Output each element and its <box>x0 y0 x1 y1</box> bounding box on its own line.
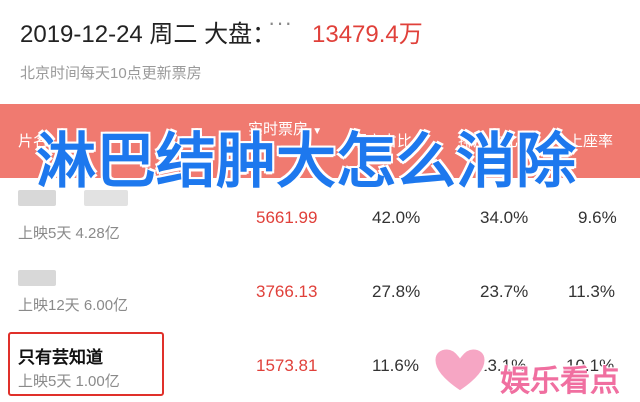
overlay-title: 淋巴结肿大怎么消除 <box>36 128 576 195</box>
box-office-share-value: 27.8% <box>372 282 421 301</box>
heart-icon <box>432 346 488 394</box>
attendance-value: 9.6% <box>578 208 617 227</box>
release-info: 上映5天 1.00亿 <box>18 373 120 390</box>
release-info: 上映12天 6.00亿 <box>18 297 129 314</box>
screening-share-value: 34.0% <box>480 208 529 227</box>
release-info: 上映5天 4.28亿 <box>18 225 120 242</box>
more-icon[interactable]: ··· <box>268 10 293 36</box>
screening-share-value: 23.7% <box>480 282 529 301</box>
blurred-movie-name <box>18 270 56 286</box>
attendance-value: 11.3% <box>568 282 615 301</box>
date-label: 2019-12-24 周二 大盘： <box>20 21 277 48</box>
movie-name: 只有芸知道 <box>18 348 103 367</box>
box-office-share-value: 42.0% <box>372 208 421 227</box>
realtime-box-office-value: 3766.13 <box>256 282 318 301</box>
realtime-box-office-value: 5661.99 <box>256 208 318 227</box>
update-note: 北京时间每天10点更新票房 <box>20 65 202 82</box>
total-box-office: 13479.4万 <box>312 21 423 48</box>
watermark-text: 娱乐看点 <box>500 365 620 398</box>
realtime-box-office-value: 1573.81 <box>256 356 318 375</box>
box-office-share-value: 11.6% <box>372 356 419 375</box>
